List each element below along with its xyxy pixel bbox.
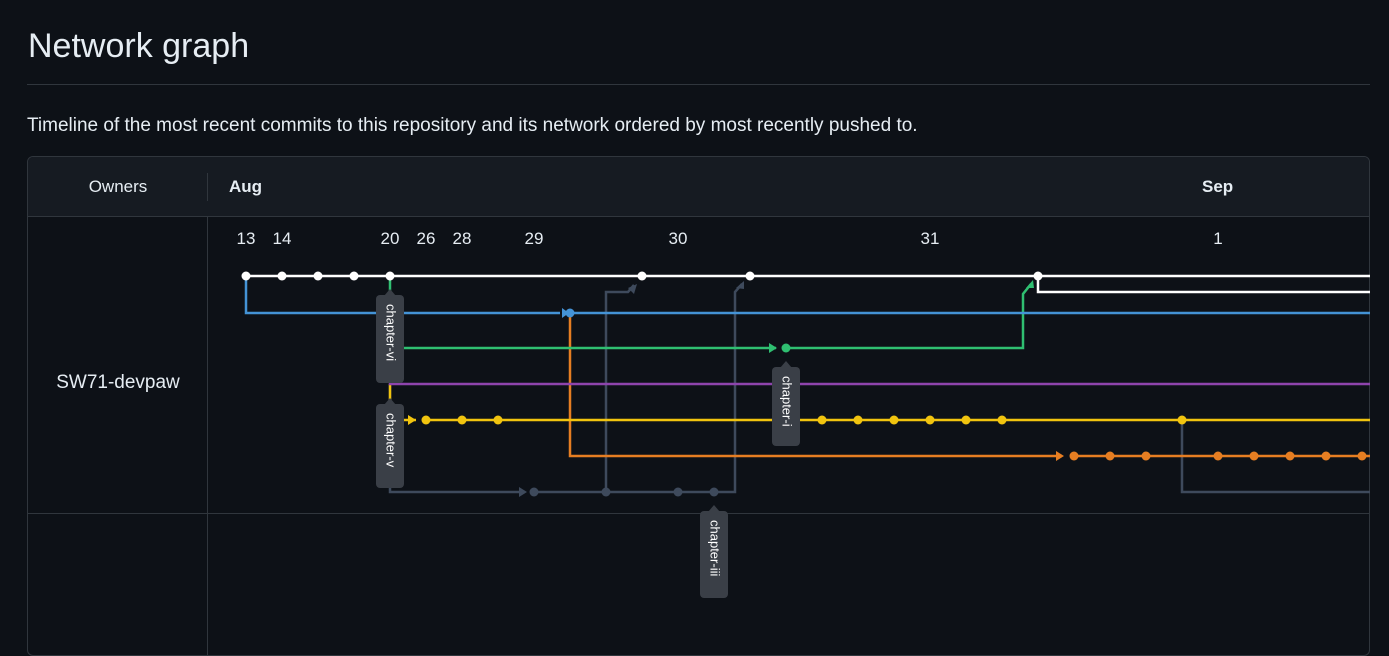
commit-dot[interactable] [1249,451,1259,461]
commit-dot[interactable] [925,415,935,425]
commit-dot[interactable] [493,415,503,425]
branch-label-chapter-i[interactable]: chapter-i [772,361,800,446]
network-graph-canvas[interactable]: 13 14 20 26 28 29 30 31 1 chapter-vi cha… [0,0,1389,619]
commit-dot[interactable] [349,271,359,281]
commit-dot[interactable] [853,415,863,425]
commit-dot[interactable] [1213,451,1223,461]
commit-dot[interactable] [277,271,287,281]
commit-dot[interactable] [1033,271,1043,281]
commit-dot[interactable] [889,415,899,425]
day-label-14: 14 [273,229,292,248]
branch-line-master-fork [1036,276,1370,294]
branch-line-slate [388,283,1370,494]
commit-dot[interactable] [565,308,575,318]
day-label-30: 30 [669,229,688,248]
branch-label-text: chapter-v [384,413,399,468]
branch-line-purple [388,348,1370,386]
commit-dot[interactable] [1069,451,1079,461]
commit-dot[interactable] [997,415,1007,425]
commit-dot[interactable] [529,487,539,497]
commits-blue [565,308,575,318]
day-label-26: 26 [417,229,436,248]
commit-dot[interactable] [745,271,755,281]
commit-dot[interactable] [1105,451,1115,461]
branch-line-blue [244,276,1370,315]
commit-dot[interactable] [1285,451,1295,461]
day-label-29: 29 [525,229,544,248]
commit-dot[interactable] [601,487,611,497]
day-label-20: 20 [381,229,400,248]
commit-dot[interactable] [421,415,431,425]
day-label-28: 28 [453,229,472,248]
day-label-13: 13 [237,229,256,248]
day-label-1: 1 [1213,229,1222,248]
commit-dot[interactable] [241,271,251,281]
day-label-31: 31 [921,229,940,248]
branch-label-text: chapter-iii [708,520,723,576]
commit-dot[interactable] [457,415,467,425]
commit-dot[interactable] [637,271,647,281]
commit-dot[interactable] [961,415,971,425]
commit-dot[interactable] [1177,415,1187,425]
commits-orange [1069,451,1367,461]
branch-label-text: chapter-i [780,376,795,427]
commit-dot[interactable] [817,415,827,425]
commit-dot[interactable] [709,487,719,497]
commit-dot[interactable] [673,487,683,497]
commit-dot[interactable] [781,343,791,353]
branch-label-text: chapter-vi [384,304,399,361]
commits-green [781,343,791,353]
branch-label-chapter-v[interactable]: chapter-v [376,398,404,488]
commit-dot[interactable] [1321,451,1331,461]
branch-line-yellow [388,384,1370,422]
commit-dot[interactable] [385,271,395,281]
commit-dot[interactable] [1357,451,1367,461]
branch-label-chapter-iii[interactable]: chapter-iii [700,505,728,598]
branch-label-chapter-vi[interactable]: chapter-vi [376,289,404,383]
commit-dot[interactable] [313,271,323,281]
commit-dot[interactable] [1141,451,1151,461]
